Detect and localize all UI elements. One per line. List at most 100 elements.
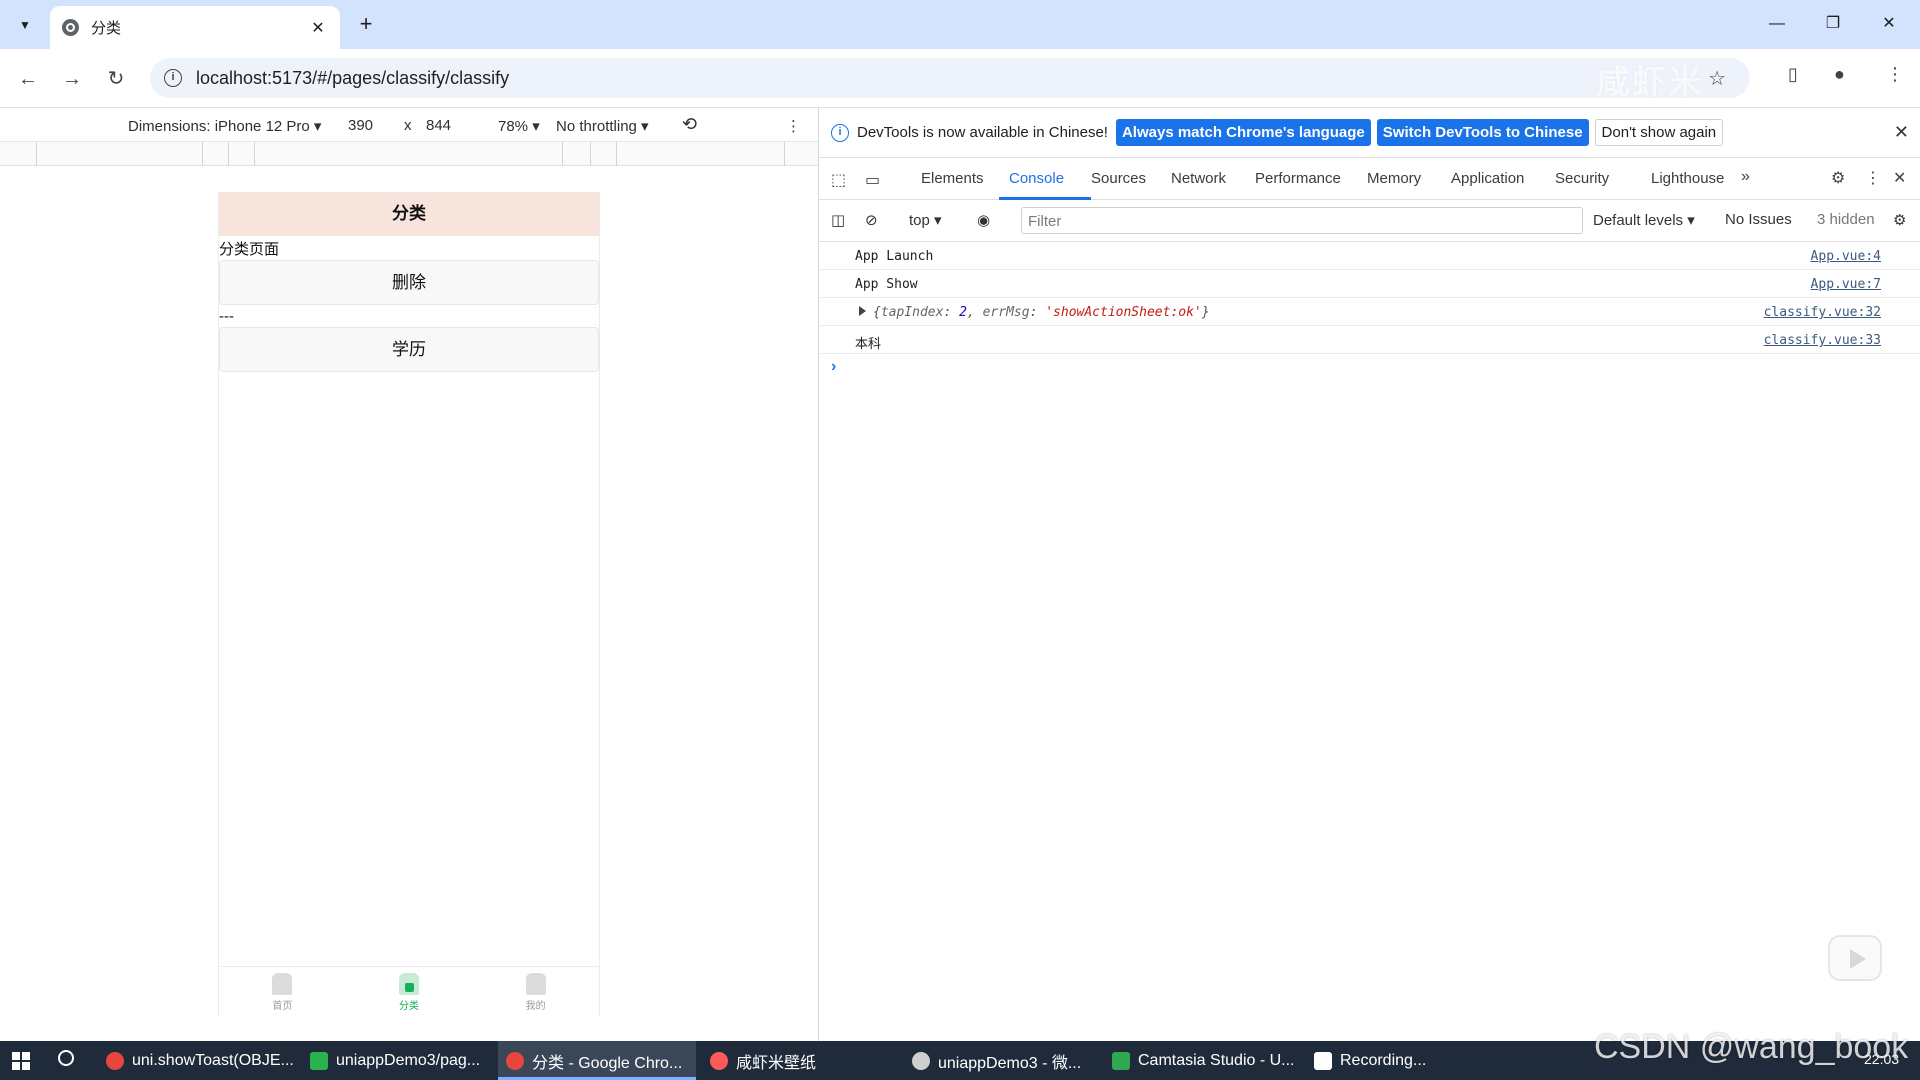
maximize-button[interactable]: ❐ <box>1810 10 1856 38</box>
more-tabs-icon[interactable]: » <box>1741 168 1750 186</box>
delete-button[interactable]: 删除 <box>219 260 599 305</box>
close-infobar-icon[interactable]: ✕ <box>1894 122 1909 143</box>
site-info-icon[interactable]: i <box>164 69 182 87</box>
issues-counter[interactable]: No Issues <box>1725 211 1792 228</box>
throttling-dropdown[interactable]: No throttling ▾ <box>556 117 649 135</box>
minimize-button[interactable]: — <box>1754 10 1800 38</box>
clear-console-icon[interactable]: ⊘ <box>865 211 878 229</box>
tab-lighthouse[interactable]: Lighthouse <box>1651 170 1724 187</box>
tabbar-item-mine[interactable]: 我的 <box>472 967 599 1016</box>
info-icon: i <box>831 123 849 142</box>
default-levels-dropdown[interactable]: Default levels ▾ <box>1593 211 1695 229</box>
live-expression-eye-icon[interactable]: ◉ <box>977 211 990 229</box>
browser-tab[interactable]: 分类 ✕ <box>50 6 340 49</box>
tabbar-item-home[interactable]: 首页 <box>219 967 346 1016</box>
tab-application[interactable]: Application <box>1451 170 1524 187</box>
tab-security[interactable]: Security <box>1555 170 1609 187</box>
taskbar-search-icon[interactable] <box>58 1050 74 1066</box>
chrome-menu-icon[interactable]: ⋮ <box>1886 64 1904 85</box>
console-prompt[interactable]: › <box>831 358 836 376</box>
info-text: DevTools is now available in Chinese! <box>857 124 1108 141</box>
console-toolbar: ◫ ⊘ top ▾ ◉ Filter Default levels ▾ No I… <box>819 200 1920 242</box>
hbuilder-icon <box>310 1051 328 1070</box>
taskbar-item[interactable]: uni.showToast(OBJE... <box>98 1041 294 1080</box>
taskbar-item[interactable]: 咸虾米壁纸 <box>702 1041 898 1080</box>
tab-performance[interactable]: Performance <box>1255 170 1341 187</box>
sidepanel-icon[interactable]: ▯ <box>1788 64 1798 85</box>
new-tab-button[interactable]: + <box>352 11 380 39</box>
width-field[interactable]: 390 <box>348 117 373 134</box>
wechat-devtools-icon <box>912 1051 930 1070</box>
taskbar-item[interactable]: uniappDemo3 - 微... <box>904 1041 1102 1080</box>
recording-icon <box>1314 1051 1332 1070</box>
expand-triangle-icon[interactable] <box>859 306 866 316</box>
reload-icon[interactable]: ↻ <box>102 65 130 93</box>
sidebar-toggle-icon[interactable]: ◫ <box>831 211 845 229</box>
log-source-link[interactable]: classify.vue:32 <box>1764 305 1881 320</box>
tab-search-dropdown-icon[interactable]: ▼ <box>12 12 38 38</box>
settings-gear-icon[interactable]: ⚙ <box>1831 168 1845 188</box>
phone-screen: 分类 分类页面 删除 --- 学历 首页 分类 我的 <box>218 192 600 1016</box>
tab-close-icon[interactable]: ✕ <box>308 18 328 38</box>
console-message: 本科 classify.vue:33 <box>819 326 1920 354</box>
tab-memory[interactable]: Memory <box>1367 170 1421 187</box>
switch-chinese-button[interactable]: Switch DevTools to Chinese <box>1376 119 1589 146</box>
device-toggle-icon[interactable]: ▭ <box>865 170 880 190</box>
watermark-top: 咸虾米_ <box>1596 64 1725 102</box>
tab-sources[interactable]: Sources <box>1091 170 1146 187</box>
console-message[interactable]: {tapIndex: 2, errMsg: 'showActionSheet:o… <box>819 298 1920 326</box>
log-text: App Launch <box>855 249 934 264</box>
context-dropdown[interactable]: top ▾ <box>909 211 942 229</box>
rotate-icon[interactable]: ⟲ <box>682 114 697 135</box>
play-overlay-icon[interactable] <box>1828 935 1882 981</box>
address-bar[interactable]: i localhost:5173/#/pages/classify/classi… <box>150 58 1750 98</box>
close-devtools-icon[interactable]: ✕ <box>1893 168 1906 188</box>
profile-avatar-icon[interactable]: ● <box>1834 64 1845 85</box>
device-more-icon[interactable]: ⋮ <box>786 117 801 135</box>
taskbar-item[interactable]: Camtasia Studio - U... <box>1104 1041 1302 1080</box>
height-field[interactable]: 844 <box>426 117 451 134</box>
log-source-link[interactable]: App.vue:7 <box>1811 277 1881 292</box>
tabbar-label: 首页 <box>272 1001 293 1012</box>
console-message: App Launch App.vue:4 <box>819 242 1920 270</box>
taskbar-item[interactable]: Recording... <box>1306 1041 1496 1080</box>
favicon-icon <box>62 19 79 36</box>
taskbar-item[interactable]: uniappDemo3/pag... <box>302 1041 498 1080</box>
tab-console[interactable]: Console <box>1009 170 1064 187</box>
devtools-tabs: ⬚ ▭ Elements Console Sources Network Per… <box>819 158 1920 200</box>
zoom-dropdown[interactable]: 78% ▾ <box>498 117 540 135</box>
match-language-button[interactable]: Always match Chrome's language <box>1115 119 1371 146</box>
close-window-button[interactable]: ✕ <box>1866 10 1912 38</box>
windows-start-icon[interactable] <box>12 1052 30 1070</box>
classify-icon <box>399 973 419 995</box>
console-message: App Show App.vue:7 <box>819 270 1920 298</box>
chrome-icon <box>106 1051 124 1070</box>
back-arrow-icon[interactable]: ← <box>14 65 42 93</box>
education-button[interactable]: 学历 <box>219 327 599 372</box>
separator-text: --- <box>219 308 234 325</box>
watermark-bottom: CSDN @wang_book <box>1594 1028 1909 1066</box>
console-settings-icon[interactable]: ⚙ <box>1893 211 1906 229</box>
forward-arrow-icon[interactable]: → <box>58 65 86 93</box>
tab-title: 分类 <box>91 20 122 37</box>
app-icon <box>710 1051 728 1070</box>
home-icon <box>272 973 293 995</box>
log-source-link[interactable]: App.vue:4 <box>1811 249 1881 264</box>
tab-network[interactable]: Network <box>1171 170 1226 187</box>
url-text[interactable]: localhost:5173/#/pages/classify/classify <box>196 68 509 89</box>
taskbar-item-active[interactable]: 分类 - Google Chro... <box>498 1041 696 1080</box>
dont-show-again-button[interactable]: Don't show again <box>1594 119 1724 146</box>
console-log-list: App Launch App.vue:4 App Show App.vue:7 … <box>819 242 1920 354</box>
chrome-icon <box>506 1051 524 1070</box>
log-object[interactable]: {tapIndex: 2, errMsg: 'showActionSheet:o… <box>873 305 1210 320</box>
tab-elements[interactable]: Elements <box>921 170 984 187</box>
title-bar: ▼ 分类 ✕ + — ❐ ✕ <box>0 0 1920 49</box>
log-source-link[interactable]: classify.vue:33 <box>1764 333 1881 348</box>
dimensions-dropdown[interactable]: Dimensions: iPhone 12 Pro ▾ <box>128 117 321 135</box>
devtools-menu-icon[interactable]: ⋮ <box>1865 168 1881 188</box>
tabbar-item-classify[interactable]: 分类 <box>346 967 473 1016</box>
inspect-element-icon[interactable]: ⬚ <box>831 170 846 190</box>
phone-tabbar: 首页 分类 我的 <box>219 966 599 1016</box>
log-text: App Show <box>855 277 918 292</box>
filter-input[interactable]: Filter <box>1021 207 1583 234</box>
